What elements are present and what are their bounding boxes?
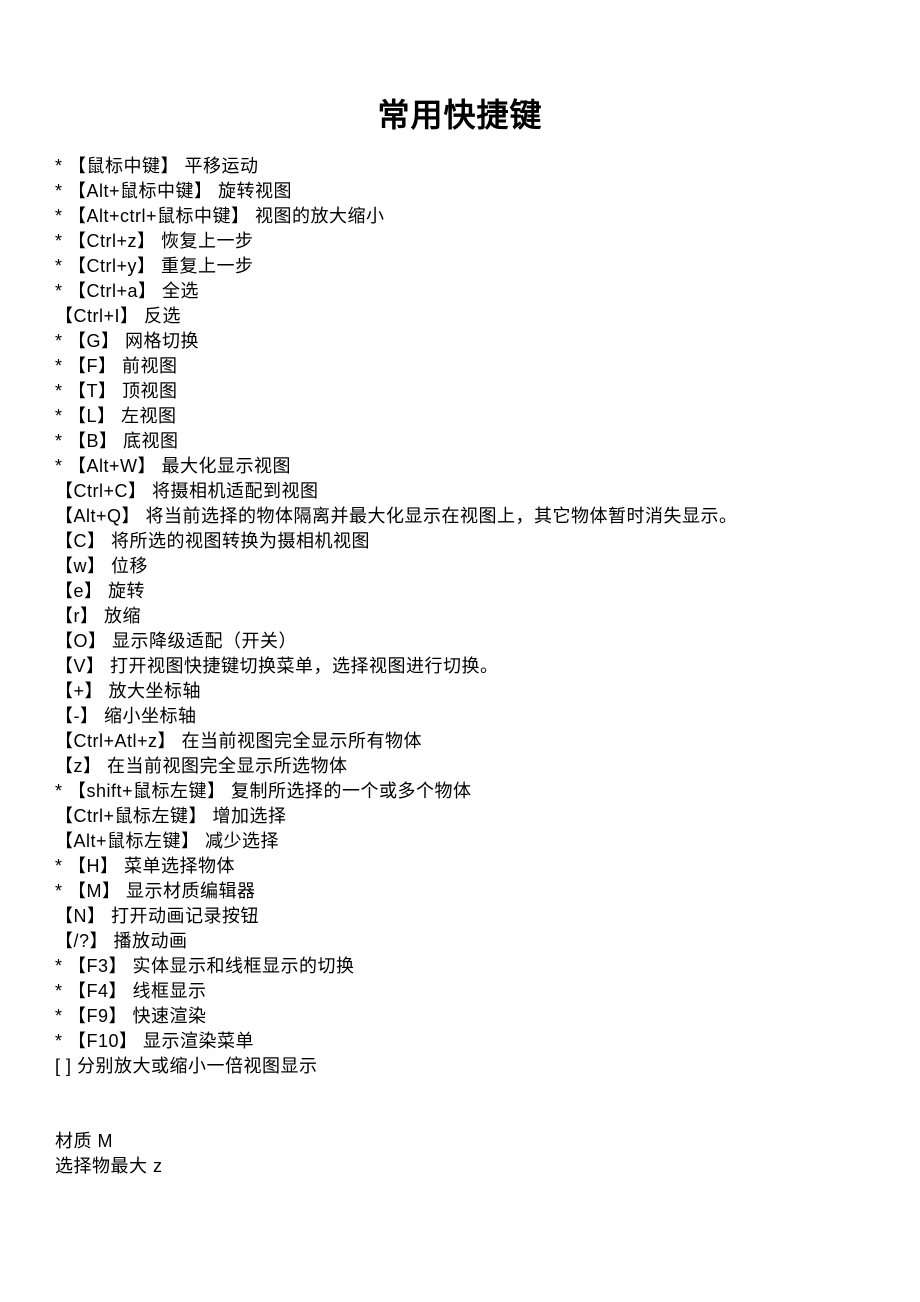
shortcut-line: * 【Ctrl+z】 恢复上一步 xyxy=(55,229,865,254)
shortcut-line: * 【F】 前视图 xyxy=(55,354,865,379)
spacer xyxy=(55,1079,865,1129)
shortcut-line: * 【Alt+ctrl+鼠标中键】 视图的放大缩小 xyxy=(55,204,865,229)
shortcut-line: * 【F4】 线框显示 xyxy=(55,979,865,1004)
shortcut-line: 【-】 缩小坐标轴 xyxy=(55,704,865,729)
shortcut-line: * 【Ctrl+a】 全选 xyxy=(55,279,865,304)
footer-notes: 材质 M选择物最大 z xyxy=(55,1129,865,1179)
shortcut-line: * 【Alt+W】 最大化显示视图 xyxy=(55,454,865,479)
shortcut-line: 【Ctrl+鼠标左键】 增加选择 xyxy=(55,804,865,829)
shortcut-line: * 【F3】 实体显示和线框显示的切换 xyxy=(55,954,865,979)
shortcut-line: 【Ctrl+Atl+z】 在当前视图完全显示所有物体 xyxy=(55,729,865,754)
shortcut-line: * 【F10】 显示渲染菜单 xyxy=(55,1029,865,1054)
shortcut-line: * 【B】 底视图 xyxy=(55,429,865,454)
shortcut-list: * 【鼠标中键】 平移运动* 【Alt+鼠标中键】 旋转视图* 【Alt+ctr… xyxy=(55,154,865,1079)
shortcut-line: 【Ctrl+I】 反选 xyxy=(55,304,865,329)
shortcut-line: 【e】 旋转 xyxy=(55,579,865,604)
shortcut-line: * 【H】 菜单选择物体 xyxy=(55,854,865,879)
shortcut-line: * 【L】 左视图 xyxy=(55,404,865,429)
shortcut-line: 【V】 打开视图快捷键切换菜单，选择视图进行切换。 xyxy=(55,654,865,679)
shortcut-line: * 【G】 网格切换 xyxy=(55,329,865,354)
shortcut-line: 【Ctrl+C】 将摄相机适配到视图 xyxy=(55,479,865,504)
shortcut-line: 【Alt+Q】 将当前选择的物体隔离并最大化显示在视图上，其它物体暂时消失显示。 xyxy=(55,504,865,529)
footer-line: 材质 M xyxy=(55,1129,865,1154)
document-page: 常用快捷键 * 【鼠标中键】 平移运动* 【Alt+鼠标中键】 旋转视图* 【A… xyxy=(0,0,920,1219)
shortcut-line: * 【T】 顶视图 xyxy=(55,379,865,404)
page-title: 常用快捷键 xyxy=(55,90,865,136)
shortcut-line: 【+】 放大坐标轴 xyxy=(55,679,865,704)
shortcut-line: 【r】 放缩 xyxy=(55,604,865,629)
footer-line: 选择物最大 z xyxy=(55,1154,865,1179)
shortcut-line: * 【Ctrl+y】 重复上一步 xyxy=(55,254,865,279)
shortcut-line: * 【鼠标中键】 平移运动 xyxy=(55,154,865,179)
shortcut-line: 【Alt+鼠标左键】 减少选择 xyxy=(55,829,865,854)
shortcut-line: 【C】 将所选的视图转换为摄相机视图 xyxy=(55,529,865,554)
shortcut-line: * 【shift+鼠标左键】 复制所选择的一个或多个物体 xyxy=(55,779,865,804)
shortcut-line: * 【F9】 快速渲染 xyxy=(55,1004,865,1029)
shortcut-line: * 【Alt+鼠标中键】 旋转视图 xyxy=(55,179,865,204)
shortcut-line: 【z】 在当前视图完全显示所选物体 xyxy=(55,754,865,779)
shortcut-line: 【w】 位移 xyxy=(55,554,865,579)
shortcut-line: [ ] 分别放大或缩小一倍视图显示 xyxy=(55,1054,865,1079)
shortcut-line: 【/?】 播放动画 xyxy=(55,929,865,954)
shortcut-line: * 【M】 显示材质编辑器 xyxy=(55,879,865,904)
shortcut-line: 【N】 打开动画记录按钮 xyxy=(55,904,865,929)
shortcut-line: 【O】 显示降级适配（开关） xyxy=(55,629,865,654)
